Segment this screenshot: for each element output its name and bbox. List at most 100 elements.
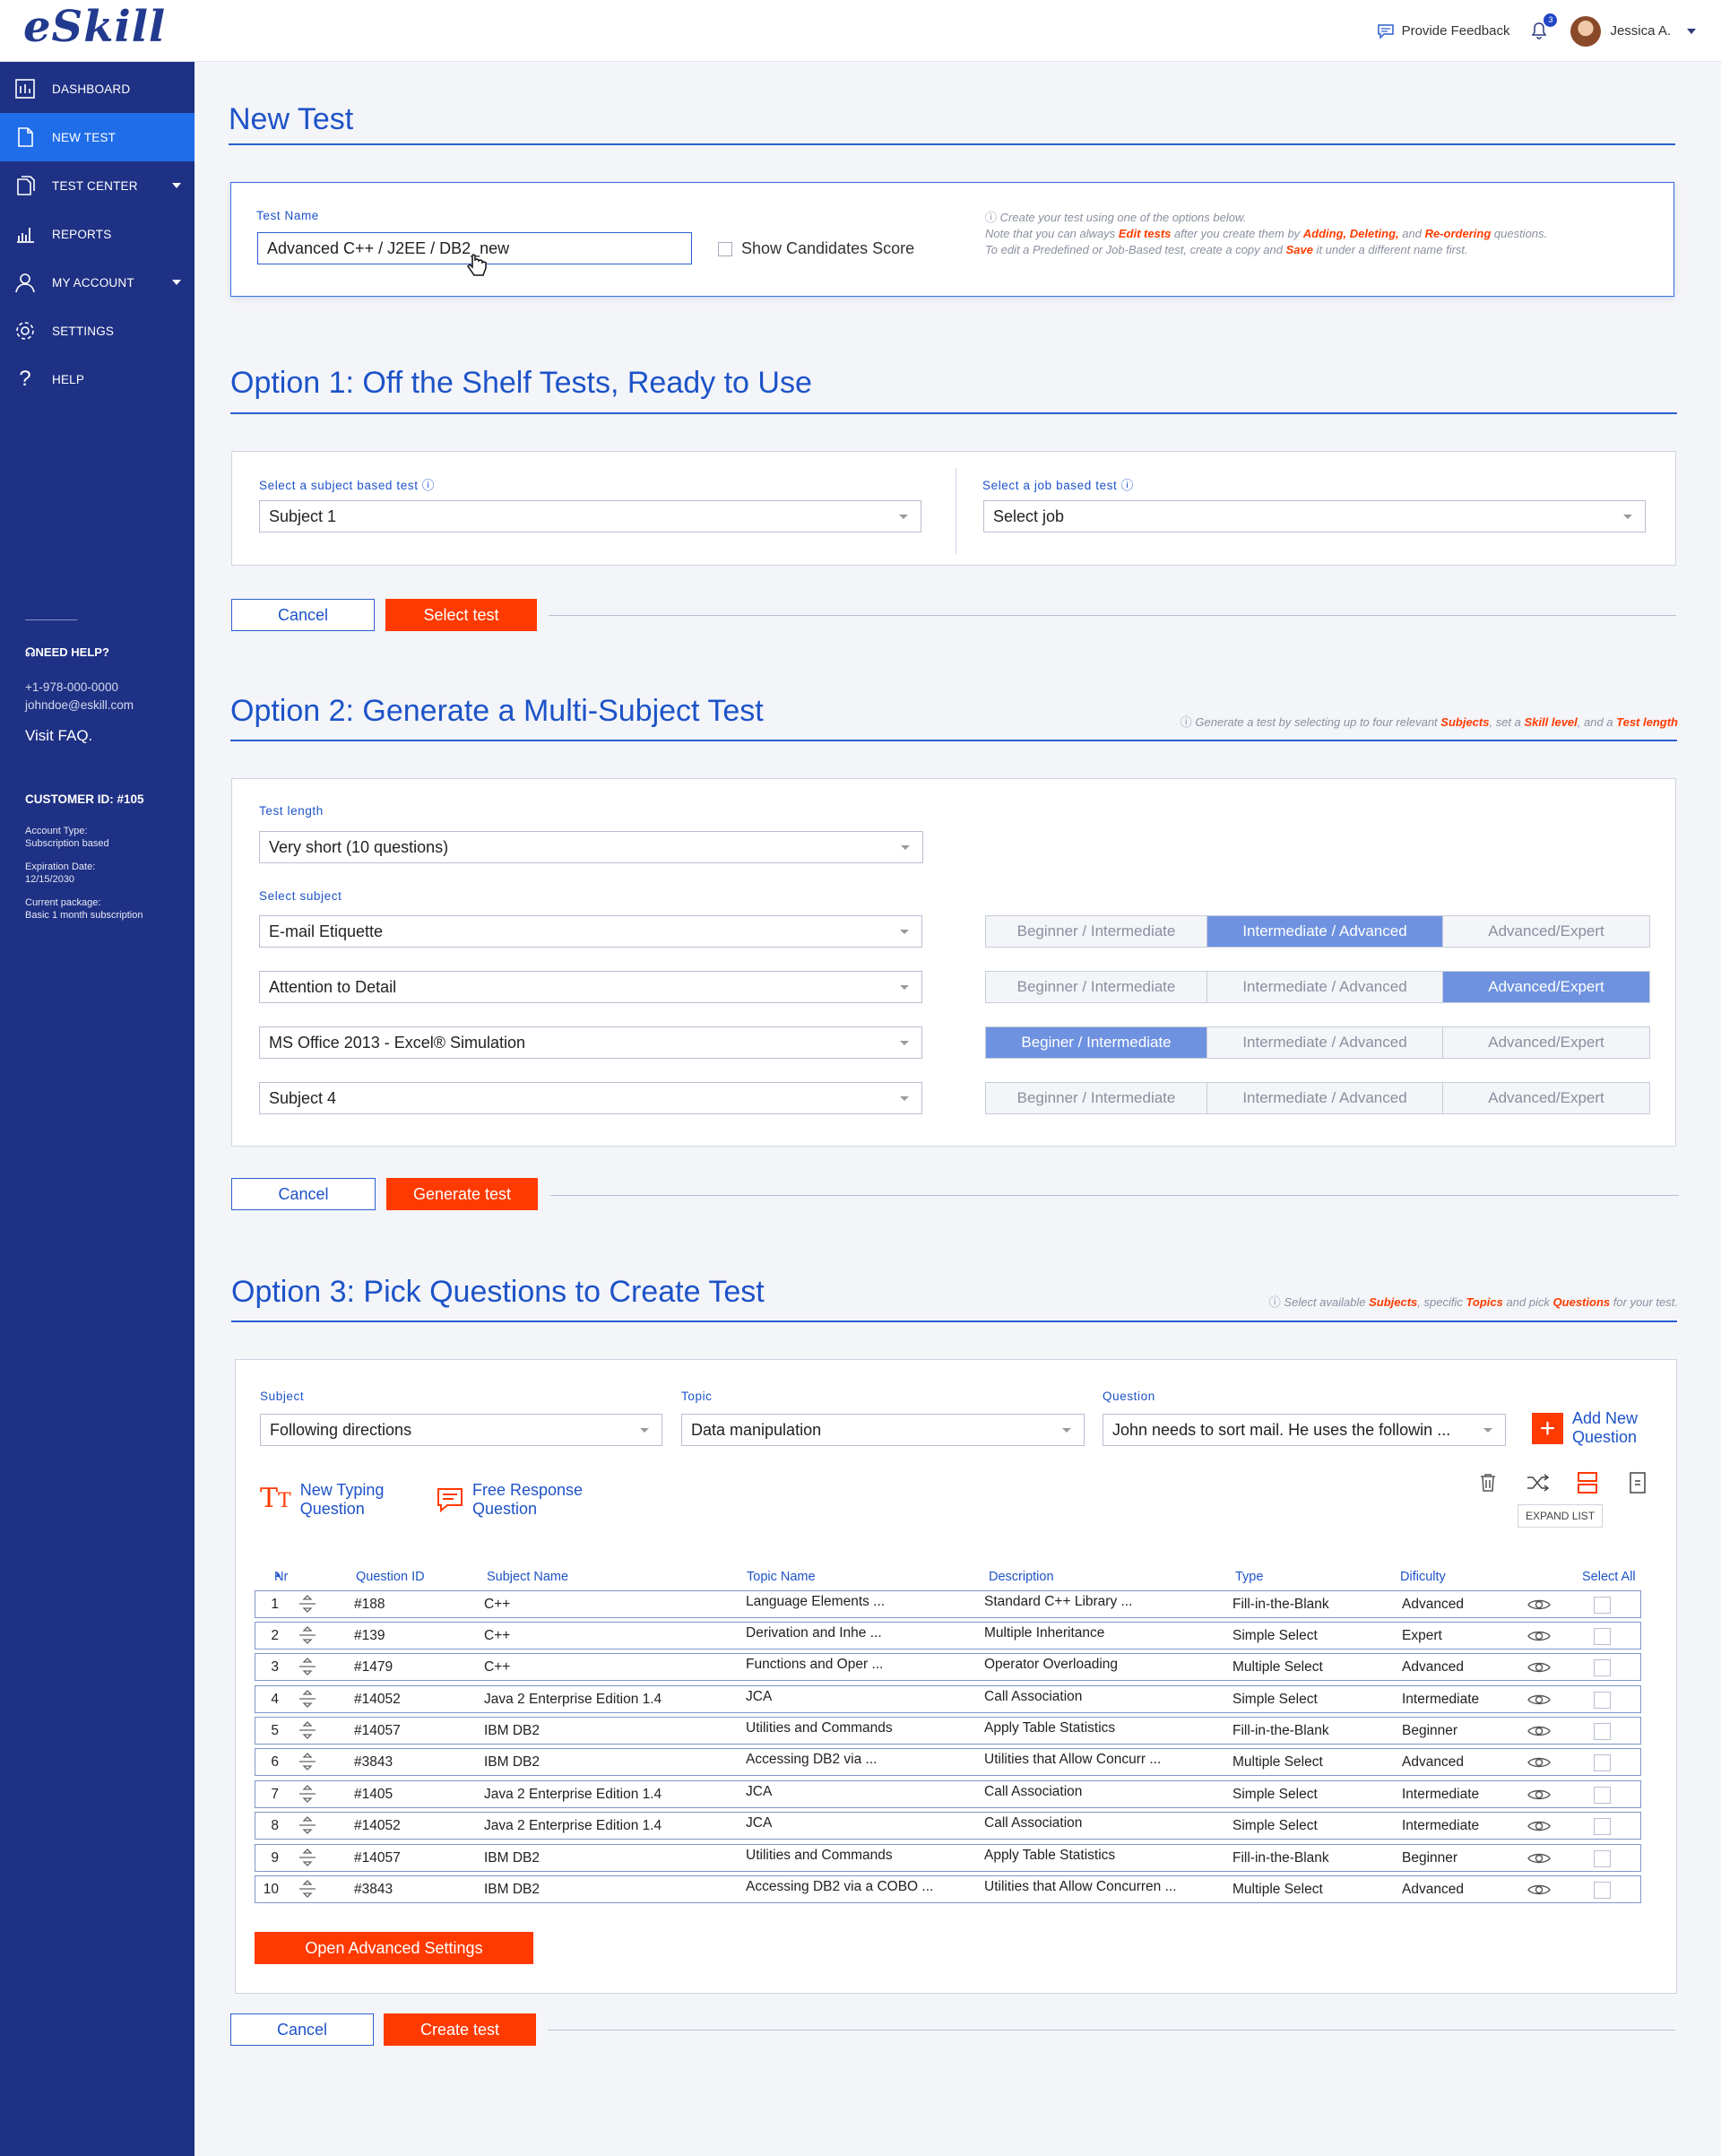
show-candidates-score-checkbox[interactable]: Show Candidates Score <box>718 239 914 258</box>
row-select-checkbox[interactable] <box>1594 1754 1611 1771</box>
eye-icon[interactable] <box>1527 1819 1551 1833</box>
table-row[interactable]: 5 #14057 IBM DB2 Utilities and Commands Appl… <box>255 1717 1641 1745</box>
sidebar-item-settings[interactable]: SETTINGS <box>0 307 195 355</box>
reorder-handle-icon[interactable] <box>298 1752 317 1771</box>
support-email[interactable]: johndoe@eskill.com <box>25 697 134 714</box>
table-row[interactable]: 10 #3843 IBM DB2 Accessing DB2 via a COBO .… <box>255 1875 1641 1903</box>
row-select-checkbox[interactable] <box>1594 1850 1611 1867</box>
row-select-checkbox[interactable] <box>1594 1818 1611 1835</box>
sidebar-item-test-center[interactable]: TEST CENTER <box>0 161 195 210</box>
trash-icon[interactable] <box>1479 1473 1497 1493</box>
skill-level-option[interactable]: Intermediate / Advanced <box>1207 1083 1443 1113</box>
row-select-checkbox[interactable] <box>1594 1787 1611 1804</box>
table-row[interactable]: 4 #14052 Java 2 Enterprise Edition 1.4 JCA C… <box>255 1685 1641 1713</box>
header-type[interactable]: Type <box>1235 1570 1263 1584</box>
select-value: Subject 4 <box>269 1088 337 1107</box>
eye-icon[interactable] <box>1527 1788 1551 1802</box>
table-row[interactable]: 8 #14052 Java 2 Enterprise Edition 1.4 JCA C… <box>255 1812 1641 1840</box>
header-difficulty[interactable]: Dificulty <box>1400 1570 1446 1584</box>
visit-faq-link[interactable]: Visit FAQ. <box>25 727 134 745</box>
expand-list-icon[interactable] <box>1578 1472 1597 1494</box>
subject-select-1[interactable]: E-mail Etiquette <box>259 915 922 948</box>
subject-test-select[interactable]: Subject 1 <box>259 500 921 533</box>
reorder-handle-icon[interactable] <box>298 1657 317 1676</box>
header-description[interactable]: Description <box>989 1570 1054 1584</box>
job-test-select[interactable]: Select job <box>983 500 1646 533</box>
eye-icon[interactable] <box>1527 1755 1551 1770</box>
skill-level-option[interactable]: Advanced/Expert <box>1443 1027 1649 1058</box>
reorder-handle-icon[interactable] <box>298 1784 317 1804</box>
eye-icon[interactable] <box>1527 1598 1551 1612</box>
select-all-button[interactable]: Select All <box>1582 1570 1636 1584</box>
header-question-id[interactable]: Question ID <box>356 1570 425 1584</box>
reorder-handle-icon[interactable] <box>298 1879 317 1899</box>
skill-level-option[interactable]: Intermediate / Advanced <box>1207 916 1443 947</box>
option-1-cancel-button[interactable]: Cancel <box>231 599 375 631</box>
reorder-handle-icon[interactable] <box>298 1848 317 1867</box>
provide-feedback-link[interactable]: Provide Feedback <box>1377 23 1509 39</box>
skill-level-option[interactable]: Advanced/Expert <box>1443 1083 1649 1113</box>
reorder-handle-icon[interactable] <box>298 1594 317 1614</box>
eye-icon[interactable] <box>1527 1851 1551 1866</box>
subject-select-3[interactable]: MS Office 2013 - Excel® Simulation <box>259 1026 922 1059</box>
sidebar-item-reports[interactable]: REPORTS <box>0 210 195 258</box>
skill-level-option[interactable]: Advanced/Expert <box>1443 972 1649 1002</box>
skill-level-option[interactable]: Beginner / Intermediate <box>986 916 1207 947</box>
skill-level-option[interactable]: Intermediate / Advanced <box>1207 972 1443 1002</box>
eskill-logo[interactable]: eSkill <box>23 2 166 52</box>
skill-level-option[interactable]: Advanced/Expert <box>1443 916 1649 947</box>
test-length-select[interactable]: Very short (10 questions) <box>259 831 923 863</box>
skill-level-option[interactable]: Beginner / Intermediate <box>986 1083 1207 1113</box>
row-select-checkbox[interactable] <box>1594 1628 1611 1645</box>
row-select-checkbox[interactable] <box>1594 1723 1611 1740</box>
reorder-handle-icon[interactable] <box>298 1625 317 1645</box>
eye-icon[interactable] <box>1527 1629 1551 1643</box>
new-typing-question-button[interactable]: TT New Typing Question <box>260 1481 384 1519</box>
open-advanced-settings-button[interactable]: Open Advanced Settings <box>255 1932 533 1964</box>
table-row[interactable]: 1 #188 C++ Language Elements ... Standard C+… <box>255 1590 1641 1618</box>
table-row[interactable]: 3 #1479 C++ Functions and Oper ... Operator … <box>255 1653 1641 1681</box>
sidebar-item-new-test[interactable]: NEW TEST <box>0 113 195 161</box>
user-menu[interactable]: Jessica A. <box>1570 15 1696 47</box>
table-row[interactable]: 6 #3843 IBM DB2 Accessing DB2 via ... Utilit… <box>255 1748 1641 1776</box>
subject-select-4[interactable]: Subject 4 <box>259 1082 922 1114</box>
notifications-button[interactable]: 3 <box>1529 13 1558 42</box>
table-row[interactable]: 2 #139 C++ Derivation and Inhe ... Multiple … <box>255 1622 1641 1649</box>
subject-select[interactable]: Following directions <box>260 1414 662 1446</box>
option-2-cancel-button[interactable]: Cancel <box>231 1178 376 1210</box>
free-response-question-button[interactable]: Free Response Question <box>437 1481 583 1519</box>
support-phone[interactable]: +1-978-000-0000 <box>25 679 134 697</box>
table-row[interactable]: 9 #14057 IBM DB2 Utilities and Commands Appl… <box>255 1844 1641 1872</box>
reorder-handle-icon[interactable] <box>298 1815 317 1835</box>
skill-level-option[interactable]: Beginner / Intermediate <box>986 972 1207 1002</box>
topic-select[interactable]: Data manipulation <box>681 1414 1085 1446</box>
create-test-button[interactable]: Create test <box>384 2013 536 2046</box>
collapse-list-icon[interactable] <box>1630 1472 1646 1494</box>
shuffle-icon[interactable] <box>1526 1474 1550 1492</box>
sidebar-item-my-account[interactable]: MY ACCOUNT <box>0 258 195 307</box>
subject-select-2[interactable]: Attention to Detail <box>259 971 922 1003</box>
eye-icon[interactable] <box>1527 1883 1551 1897</box>
sidebar-item-dashboard[interactable]: DASHBOARD <box>0 65 195 113</box>
reorder-handle-icon[interactable] <box>298 1720 317 1740</box>
eye-icon[interactable] <box>1527 1724 1551 1738</box>
row-select-checkbox[interactable] <box>1594 1597 1611 1614</box>
row-select-checkbox[interactable] <box>1594 1659 1611 1676</box>
option-3-cancel-button[interactable]: Cancel <box>230 2013 374 2046</box>
generate-test-button[interactable]: Generate test <box>386 1178 538 1210</box>
select-test-button[interactable]: Select test <box>385 599 537 631</box>
header-topic-name[interactable]: Topic Name <box>747 1570 816 1584</box>
table-row[interactable]: 7 #1405 Java 2 Enterprise Edition 1.4 JCA Ca… <box>255 1780 1641 1808</box>
add-new-question-button[interactable]: + Add New Question <box>1532 1409 1638 1447</box>
question-select[interactable]: John needs to sort mail. He uses the fol… <box>1103 1414 1506 1446</box>
row-select-checkbox[interactable] <box>1594 1882 1611 1899</box>
skill-level-option[interactable]: Intermediate / Advanced <box>1207 1027 1443 1058</box>
header-subject-name[interactable]: Subject Name <box>487 1570 568 1584</box>
reorder-handle-icon[interactable] <box>298 1689 317 1709</box>
skill-level-option[interactable]: Beginer / Intermediate <box>986 1027 1207 1058</box>
eye-icon[interactable] <box>1527 1693 1551 1707</box>
sidebar-item-help[interactable]: ? HELP <box>0 355 195 403</box>
cell-diff: Advanced <box>1402 1659 1464 1675</box>
eye-icon[interactable] <box>1527 1660 1551 1675</box>
row-select-checkbox[interactable] <box>1594 1692 1611 1709</box>
